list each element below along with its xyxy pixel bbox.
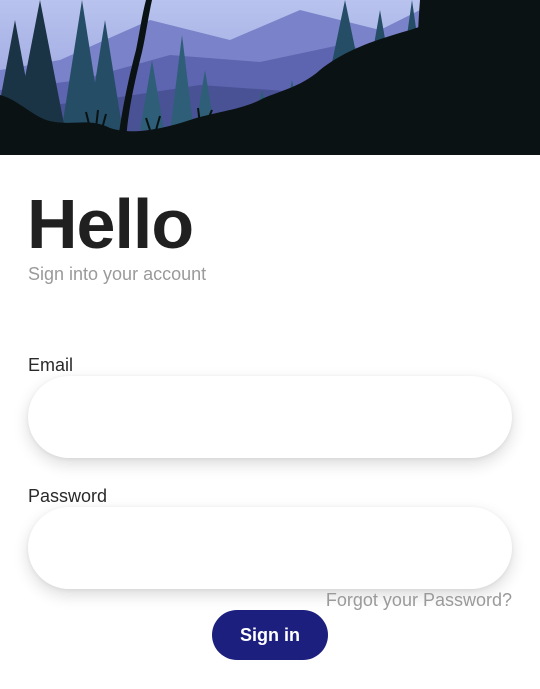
sign-in-button[interactable]: Sign in: [212, 610, 328, 660]
password-field[interactable]: [28, 507, 512, 589]
password-input[interactable]: [56, 536, 484, 560]
page-subtitle: Sign into your account: [28, 264, 207, 284]
header-illustration: [0, 0, 540, 155]
email-label: Email: [28, 355, 74, 375]
forgot-password-link[interactable]: Forgot your Password?: [326, 589, 512, 611]
page-title: Hello: [27, 185, 194, 263]
forest-mountain-illustration: [0, 0, 540, 155]
password-label: Password: [28, 486, 108, 506]
email-field[interactable]: [28, 376, 512, 458]
email-input[interactable]: [56, 405, 484, 429]
